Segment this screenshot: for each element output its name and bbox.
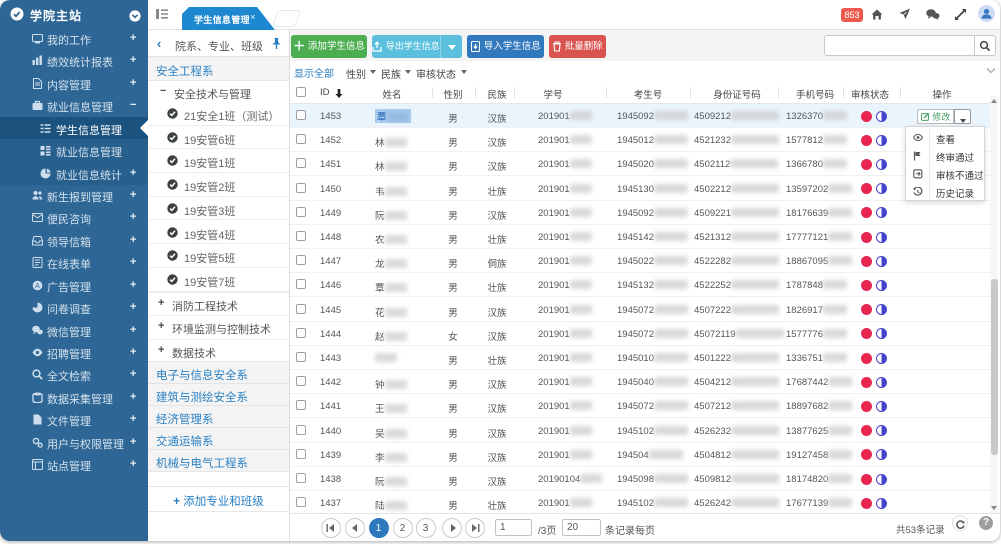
svg-text:A: A: [35, 283, 40, 290]
